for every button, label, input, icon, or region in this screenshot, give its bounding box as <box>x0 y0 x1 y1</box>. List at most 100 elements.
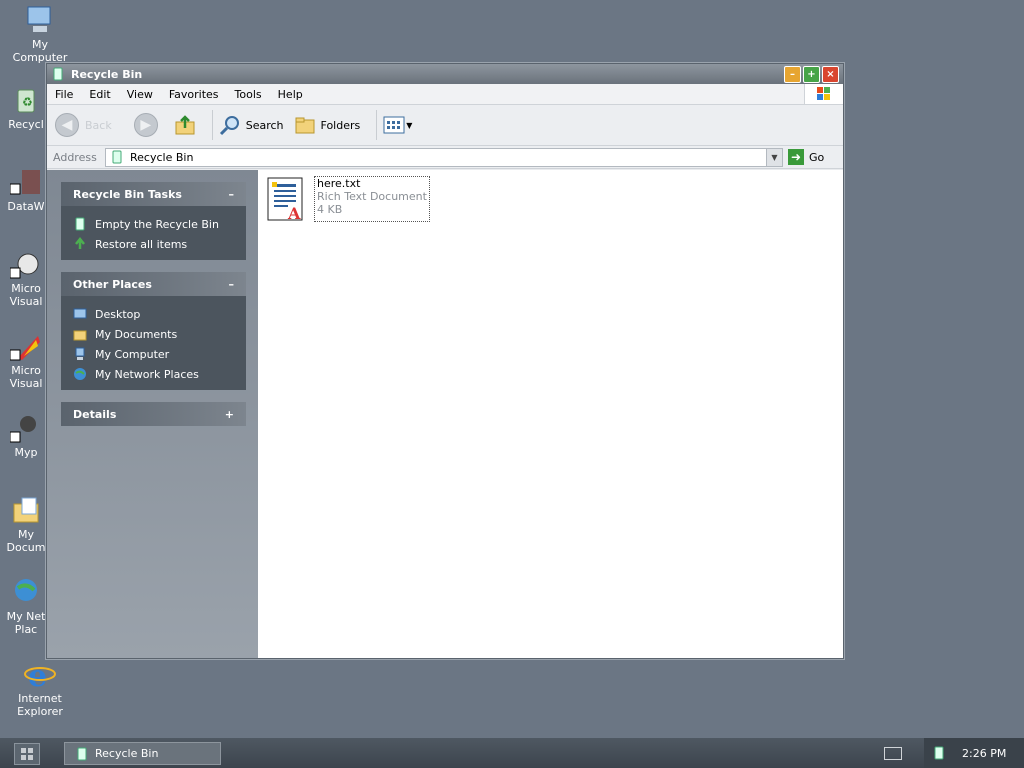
content-area: Recycle Bin Tasks – Empty the Recycle Bi… <box>47 170 843 658</box>
panel-title: Recycle Bin Tasks <box>73 187 182 201</box>
recycle-bin-icon <box>112 150 122 164</box>
desktop-icon-label: Internet Explorer <box>17 692 63 718</box>
recycle-bin-icon <box>77 747 87 760</box>
panel-body: Desktop My Documents My Computer My Netw… <box>61 296 246 390</box>
place-my-network-places[interactable]: My Network Places <box>73 364 246 384</box>
task-empty-recycle-bin[interactable]: Empty the Recycle Bin <box>73 214 246 234</box>
menu-view[interactable]: View <box>119 88 161 101</box>
address-dropdown-button[interactable]: ▼ <box>766 148 782 166</box>
chevron-down-icon: ▼ <box>406 120 413 130</box>
place-my-documents[interactable]: My Documents <box>73 324 246 344</box>
expand-icon[interactable]: + <box>225 408 234 421</box>
title-bar[interactable]: Recycle Bin – + × <box>47 64 843 84</box>
visual-studio-icon <box>9 248 42 280</box>
other-places-panel: Other Places – Desktop My Documents My C… <box>61 272 246 390</box>
panel-title: Other Places <box>73 277 152 291</box>
collapse-icon[interactable]: – <box>229 188 235 201</box>
visual-basic-icon <box>9 330 42 362</box>
start-button[interactable] <box>14 743 40 765</box>
recycle-bin-icon <box>75 217 85 231</box>
recycle-bin-icon <box>51 67 65 81</box>
clock[interactable]: 2:26 PM <box>962 747 1006 760</box>
computer-icon <box>75 347 85 360</box>
menu-favorites[interactable]: Favorites <box>161 88 227 101</box>
views-icon <box>383 116 405 134</box>
go-button[interactable]: ➜ Go <box>788 149 824 165</box>
folders-label: Folders <box>320 118 361 132</box>
start-grid-icon <box>21 748 33 760</box>
recycle-tray-icon[interactable] <box>932 746 946 760</box>
panel-header[interactable]: Details + <box>61 402 246 426</box>
menu-tools[interactable]: Tools <box>227 88 270 101</box>
up-folder-icon <box>175 115 195 135</box>
place-label: Desktop <box>95 307 141 321</box>
task-label: Restore all items <box>95 237 188 251</box>
details-panel: Details + <box>61 402 246 426</box>
toolbar-separator <box>376 110 378 140</box>
task-restore-all[interactable]: Restore all items <box>73 234 246 254</box>
place-desktop[interactable]: Desktop <box>73 304 246 324</box>
search-button[interactable]: Search <box>219 114 284 136</box>
menu-bar: File Edit View Favorites Tools Help <box>47 84 843 105</box>
menu-edit[interactable]: Edit <box>81 88 118 101</box>
folders-icon <box>295 117 315 134</box>
file-details: here.txt Rich Text Document 4 KB <box>314 176 430 222</box>
close-button[interactable]: × <box>822 65 839 83</box>
toolbar-separator <box>211 110 213 140</box>
menu-file[interactable]: File <box>47 88 81 101</box>
windows-logo-icon <box>804 84 843 104</box>
rich-text-document-icon: A <box>266 176 304 223</box>
search-icon <box>219 116 239 136</box>
go-label: Go <box>809 150 825 164</box>
folder-icon <box>73 330 87 341</box>
address-value: Recycle Bin <box>130 150 194 164</box>
place-label: My Computer <box>95 347 170 361</box>
up-folder-button[interactable] <box>174 114 196 136</box>
desktop-icon-internet-explorer[interactable]: e Internet Explorer <box>0 658 80 718</box>
address-bar: Address Recycle Bin ▼ ➜ Go <box>47 146 843 169</box>
views-button[interactable]: ▼ <box>383 115 412 135</box>
panel-header[interactable]: Other Places – <box>61 272 246 296</box>
panel-title: Details <box>73 407 117 421</box>
toolbar: ◀ Back ▶ Search Folders ▼ <box>47 105 843 146</box>
file-name: here.txt <box>317 177 361 190</box>
network-globe-icon <box>10 576 42 608</box>
svg-text:A: A <box>287 204 301 222</box>
window-title: Recycle Bin <box>71 67 143 81</box>
folder-icon <box>10 494 42 526</box>
minimize-button[interactable]: – <box>784 65 801 83</box>
network-globe-icon <box>74 368 86 380</box>
place-label: My Network Places <box>95 367 199 381</box>
menu-help[interactable]: Help <box>270 88 311 101</box>
address-input[interactable]: Recycle Bin ▼ <box>105 147 783 167</box>
task-pane: Recycle Bin Tasks – Empty the Recycle Bi… <box>47 170 258 658</box>
svg-text:e: e <box>28 659 47 690</box>
file-list: A here.txt Rich Text Document 4 KB <box>258 170 843 658</box>
file-type: Rich Text Document <box>317 190 427 203</box>
computer-icon <box>24 4 56 36</box>
panel-body: Empty the Recycle Bin Restore all items <box>61 206 246 260</box>
shortcut-icon <box>9 412 42 444</box>
place-label: My Documents <box>95 327 178 341</box>
file-size: 4 KB <box>317 203 343 216</box>
system-tray: 2:26 PM <box>924 738 1024 768</box>
forward-button[interactable]: ▶ <box>133 113 158 137</box>
file-item[interactable]: A here.txt Rich Text Document 4 KB <box>266 176 430 223</box>
maximize-button[interactable]: + <box>803 65 820 83</box>
desktop-icon-label: My Computer <box>12 38 68 64</box>
recycle-bin-icon: ♻ <box>10 84 42 116</box>
back-label: Back <box>85 118 112 132</box>
internet-explorer-icon: e <box>24 658 56 694</box>
back-arrow-icon: ◀ <box>55 113 79 137</box>
panel-header[interactable]: Recycle Bin Tasks – <box>61 182 246 206</box>
folders-button[interactable]: Folders <box>294 114 361 136</box>
svg-text:♻: ♻ <box>22 95 33 109</box>
collapse-icon[interactable]: – <box>229 278 235 291</box>
desktop-icon-my-computer[interactable]: My Computer <box>0 4 80 64</box>
shortcut-icon <box>9 166 42 198</box>
taskbar-button-recycle-bin[interactable]: Recycle Bin <box>64 742 221 765</box>
back-button[interactable]: ◀ Back <box>55 113 112 137</box>
forward-arrow-icon: ▶ <box>133 113 158 137</box>
keyboard-icon[interactable] <box>884 747 902 760</box>
place-my-computer[interactable]: My Computer <box>73 344 246 364</box>
